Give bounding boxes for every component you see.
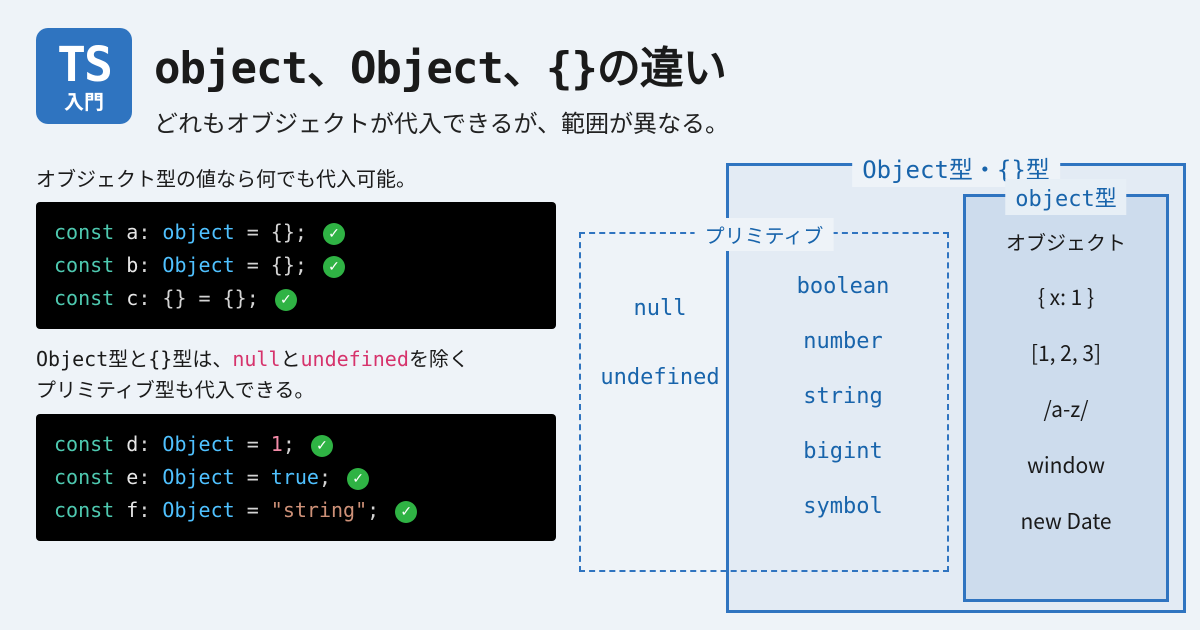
left-column: オブジェクト型の値なら何でも代入可能。 const a: object = {}… [36,149,556,541]
content: オブジェクト型の値なら何でも代入可能。 const a: object = {}… [0,149,1200,541]
section1-label: オブジェクト型の値なら何でも代入可能。 [36,163,556,192]
prim-item: boolean [797,274,890,299]
prim-item: string [803,384,882,409]
header: TS 入門 object、Object、{}の違い どれもオブジェクトが代入でき… [0,0,1200,149]
code-block-2: const d: Object = 1; ✓ const e: Object =… [36,414,556,541]
titles: object、Object、{}の違い どれもオブジェクトが代入できるが、範囲が… [154,28,729,139]
object-header: オブジェクト [1006,227,1126,256]
primitive-left-col: null undefined [595,296,725,390]
primitive-right-col: boolean number string bigint symbol [743,274,943,519]
code-line: const e: Object = true; ✓ [54,461,538,494]
check-icon: ✓ [311,435,333,457]
ts-logo: TS 入門 [36,28,132,124]
obj-item: new Date [1020,506,1111,536]
code-line: const c: {} = {}; ✓ [54,282,538,315]
check-icon: ✓ [395,501,417,523]
code-line: const f: Object = "string"; ✓ [54,494,538,527]
logo-sub-text: 入門 [64,91,104,111]
code-block-1: const a: object = {}; ✓ const b: Object … [36,202,556,329]
outer-box-object-type: Object型・{}型 プリミティブ null undefined boolea… [726,163,1186,613]
code-line: const a: object = {}; ✓ [54,216,538,249]
page-subtitle: どれもオブジェクトが代入できるが、範囲が異なる。 [154,104,729,139]
check-icon: ✓ [275,289,297,311]
code-line: const d: Object = 1; ✓ [54,428,538,461]
section2-label: Object型と{}型は、nullとundefinedを除く プリミティブ型も代… [36,343,556,404]
check-icon: ✓ [347,468,369,490]
prim-item: bigint [803,439,882,464]
obj-item: /a-z/ [1044,394,1089,424]
obj-item: [1, 2, 3] [1031,338,1101,368]
code-line: const b: Object = {}; ✓ [54,249,538,282]
prim-item: symbol [803,494,882,519]
prim-item: null [634,296,687,321]
check-icon: ✓ [323,256,345,278]
page-title: object、Object、{}の違い [154,32,729,96]
obj-item: { x: 1 } [1038,282,1094,312]
prim-item: number [803,329,882,354]
diagram: Object型・{}型 プリミティブ null undefined boolea… [576,143,1164,541]
logo-ts-text: TS [57,41,111,89]
prim-item: undefined [600,365,719,390]
primitive-label: プリミティブ [695,218,834,251]
inner-box-object-type: object型 オブジェクト { x: 1 } [1, 2, 3] /a-z/ … [963,194,1169,602]
check-icon: ✓ [323,223,345,245]
inner-label: object型 [1005,179,1126,215]
obj-item: window [1027,450,1105,480]
object-col: オブジェクト { x: 1 } [1, 2, 3] /a-z/ window n… [966,227,1166,536]
